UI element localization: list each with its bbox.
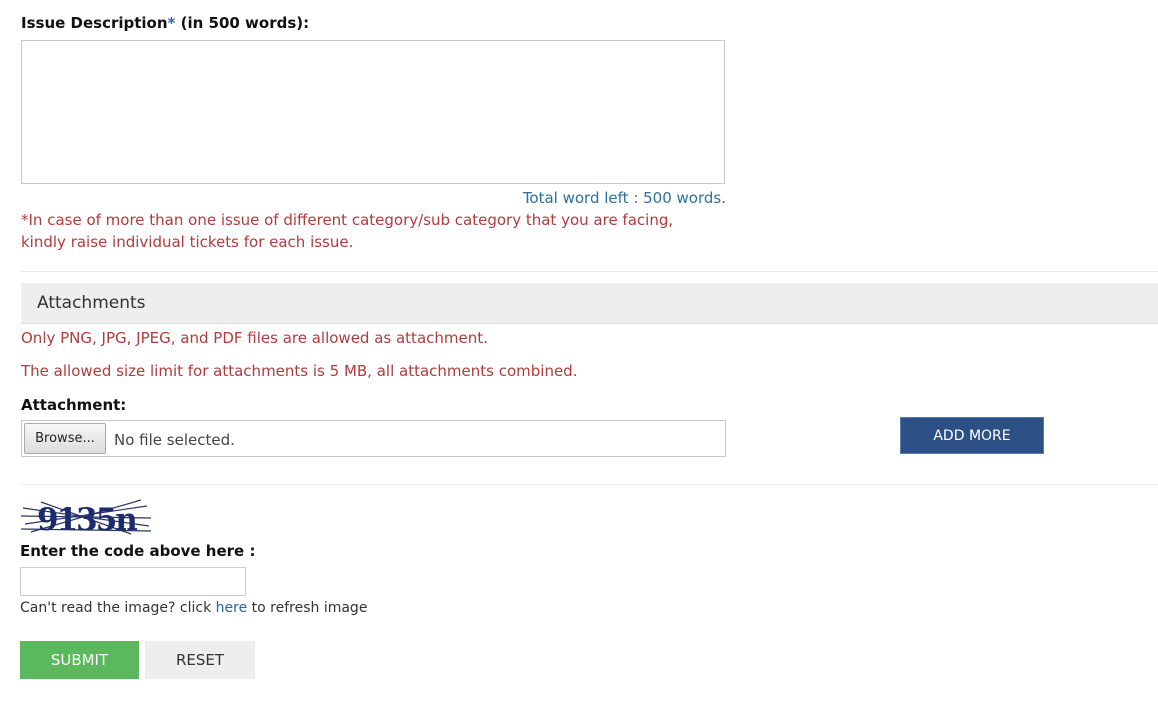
captcha-image: 9135n [21, 499, 151, 538]
captcha-refresh-text: Can't read the image? click here to refr… [20, 600, 367, 616]
issue-description-label-suffix: (in 500 words): [175, 14, 310, 32]
multi-issue-note-line2: kindly raise individual tickets for each… [21, 233, 354, 251]
divider [21, 271, 1158, 272]
attachments-section-title: Attachments [37, 293, 146, 313]
support-ticket-form: Issue Description* (in 500 words): Total… [0, 0, 1158, 712]
multi-issue-note: *In case of more than one issue of diffe… [21, 209, 673, 253]
issue-description-textarea[interactable] [21, 40, 725, 184]
submit-button[interactable]: SUBMIT [20, 641, 139, 679]
issue-description-label: Issue Description* (in 500 words): [21, 14, 309, 32]
allowed-file-types-note: Only PNG, JPG, JPEG, and PDF files are a… [21, 329, 488, 347]
captcha-refresh-link[interactable]: here [216, 600, 248, 616]
attachment-file-input[interactable]: Browse... No file selected. [21, 420, 726, 457]
multi-issue-note-line1: *In case of more than one issue of diffe… [21, 211, 674, 229]
attachments-section-header: Attachments [21, 283, 1158, 324]
captcha-refresh-suffix: to refresh image [247, 600, 368, 616]
size-limit-note: The allowed size limit for attachments i… [21, 362, 578, 380]
captcha-input[interactable] [20, 567, 246, 596]
captcha-prompt: Enter the code above here : [20, 542, 256, 560]
divider [21, 484, 1158, 485]
reset-button[interactable]: RESET [145, 641, 255, 679]
file-status-text: No file selected. [114, 431, 235, 449]
add-more-button[interactable]: ADD MORE [900, 417, 1044, 454]
browse-button[interactable]: Browse... [24, 423, 106, 454]
word-counter: Total word left : 500 words. [522, 189, 726, 207]
captcha-text: 9135n [37, 502, 137, 538]
attachment-label: Attachment: [21, 396, 127, 414]
issue-description-label-text: Issue Description [21, 14, 168, 32]
captcha-refresh-prefix: Can't read the image? click [20, 600, 216, 616]
